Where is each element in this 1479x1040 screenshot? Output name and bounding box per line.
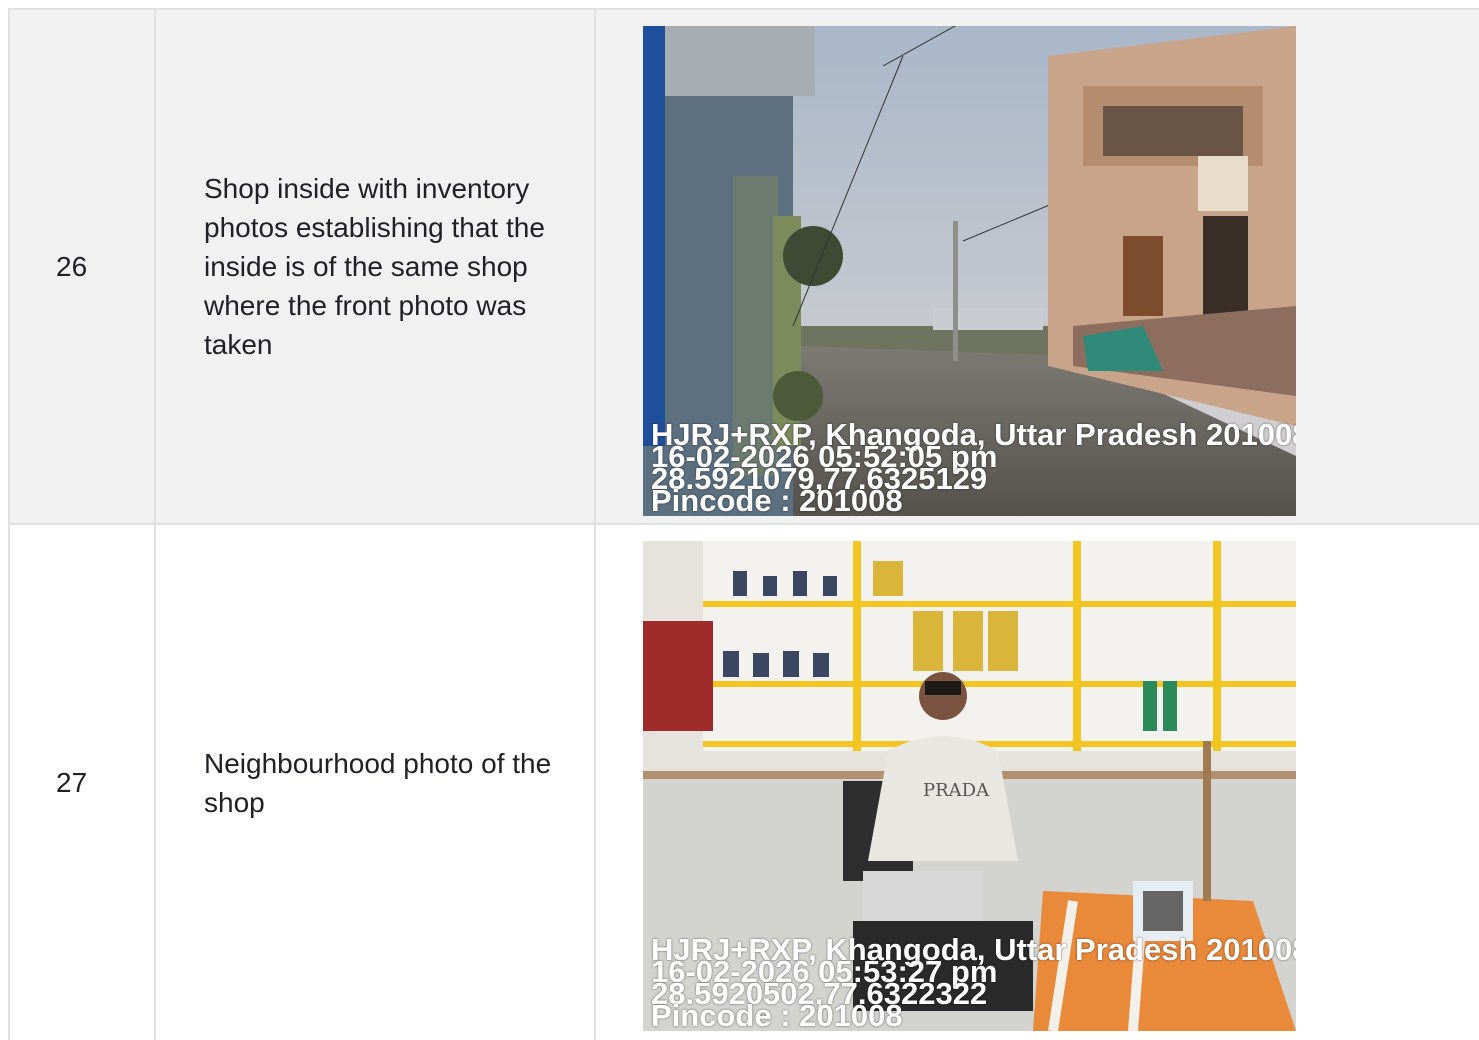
row-description: Shop inside with inventory photos establ… — [156, 10, 596, 523]
row-number: 27 — [10, 525, 156, 1040]
geotag-stamp: HJRJ+RXP, Khangoda, Uttar Pradesh 201008… — [651, 934, 1296, 1031]
photo-table: 26 Shop inside with inventory photos est… — [8, 8, 1479, 1040]
row-description: Neighbourhood photo of the shop — [156, 525, 596, 1040]
geotag-stamp: HJRJ+RXP, Khangoda, Uttar Pradesh 201008… — [651, 419, 1296, 516]
photo-cell: HJRJ+RXP, Khangoda, Uttar Pradesh 201008… — [596, 10, 1479, 523]
row-number: 26 — [10, 10, 156, 523]
sweater-print: PRADA — [923, 780, 990, 801]
photo-cell: PRADA HJRJ+RXP, Khangoda, Uttar Pradesh … — [596, 525, 1479, 1040]
table-row: 26 Shop inside with inventory photos est… — [10, 10, 1479, 525]
street-photo: HJRJ+RXP, Khangoda, Uttar Pradesh 201008… — [643, 26, 1296, 516]
shop-interior-photo: PRADA HJRJ+RXP, Khangoda, Uttar Pradesh … — [643, 541, 1296, 1031]
table-row: 27 Neighbourhood photo of the shop PRADA… — [10, 525, 1479, 1040]
